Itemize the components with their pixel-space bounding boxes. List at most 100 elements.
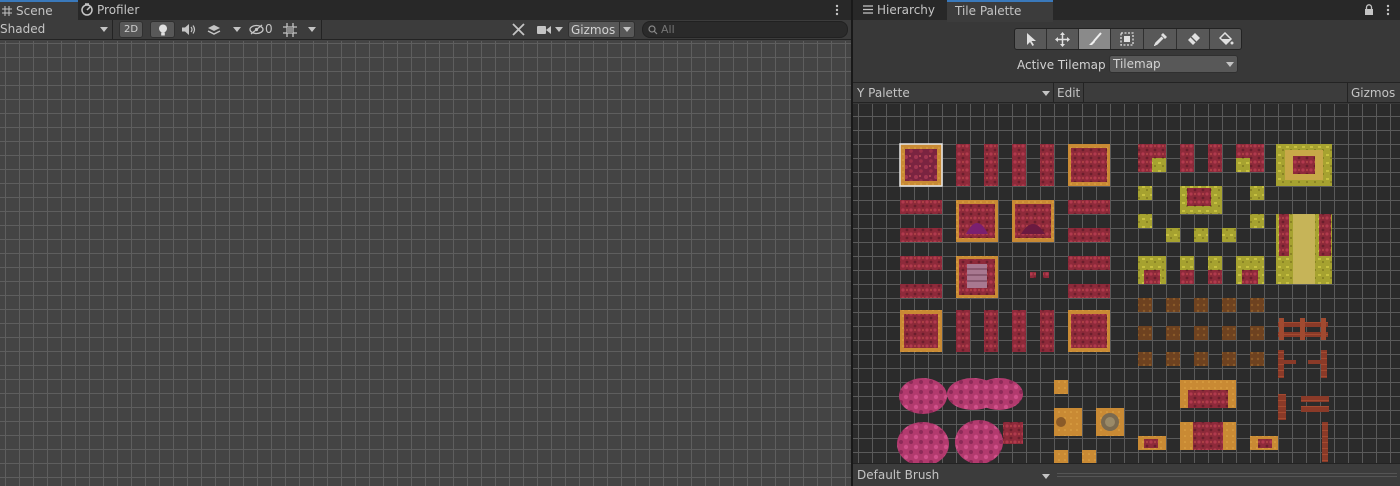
edit-palette-button[interactable]: Edit: [1054, 83, 1084, 102]
tile-large[interactable]: [1068, 144, 1110, 186]
tile[interactable]: [1012, 144, 1026, 186]
tile[interactable]: [1222, 298, 1236, 312]
audio-toggle[interactable]: [178, 21, 202, 38]
tile-large[interactable]: [900, 144, 942, 186]
tile[interactable]: [1194, 326, 1208, 340]
tile[interactable]: [1166, 326, 1180, 340]
tile[interactable]: [1068, 228, 1110, 242]
tile[interactable]: [1082, 450, 1096, 463]
wrench-icon: [512, 23, 525, 36]
tile[interactable]: [1054, 380, 1068, 394]
shading-mode-dropdown[interactable]: Shaded: [0, 20, 113, 39]
tile-tree[interactable]: [899, 378, 947, 414]
more-options-icon[interactable]: [832, 3, 842, 17]
eyedropper-icon: [1154, 32, 1168, 46]
tile[interactable]: [900, 228, 942, 242]
scene-search-field[interactable]: [642, 21, 848, 38]
tile[interactable]: [984, 144, 998, 186]
erase-tool-button[interactable]: [1177, 29, 1210, 49]
fill-tool-button[interactable]: [1210, 29, 1241, 49]
brush-dropdown[interactable]: Default Brush: [853, 466, 1054, 484]
grid-snapping-dropdown[interactable]: [281, 21, 319, 38]
tile[interactable]: [1278, 394, 1286, 420]
tile-large[interactable]: [1276, 144, 1332, 186]
tile[interactable]: [1222, 228, 1236, 242]
tile[interactable]: [1068, 284, 1110, 298]
tile[interactable]: [1138, 352, 1152, 366]
tile[interactable]: [1138, 214, 1152, 228]
tile[interactable]: [1166, 352, 1180, 366]
palette-dropdown[interactable]: Y Palette: [853, 83, 1054, 102]
palette-toolbar: Y Palette Edit Gizmos: [853, 82, 1400, 103]
select-tool-button[interactable]: [1015, 29, 1047, 49]
tile[interactable]: [900, 284, 942, 298]
tile-large[interactable]: [956, 200, 998, 242]
brush-inspector-splitter[interactable]: [1057, 473, 1397, 477]
tile[interactable]: [956, 310, 970, 352]
tile[interactable]: [900, 200, 942, 214]
tile[interactable]: [1040, 310, 1054, 352]
hidden-count: 0: [265, 22, 273, 36]
tile[interactable]: [1208, 144, 1222, 172]
tile[interactable]: [1250, 214, 1264, 228]
paint-tool-button[interactable]: [1079, 29, 1111, 49]
tile[interactable]: [1166, 228, 1180, 242]
gizmos-dropdown[interactable]: Gizmos: [568, 21, 635, 38]
tab-profiler[interactable]: Profiler: [72, 0, 147, 20]
tile-large[interactable]: [1180, 186, 1222, 214]
pick-tool-button[interactable]: [1144, 29, 1177, 49]
tile[interactable]: [1250, 186, 1264, 200]
tile[interactable]: [1301, 396, 1329, 402]
tile[interactable]: [1180, 144, 1194, 172]
tile[interactable]: [1222, 352, 1236, 366]
tile[interactable]: [1138, 186, 1152, 200]
tile[interactable]: [1250, 326, 1264, 340]
tile[interactable]: [1043, 272, 1049, 278]
scene-toolbar: Shaded 2D 0 Gizmos All: [0, 20, 851, 40]
tile-large[interactable]: [1068, 310, 1110, 352]
tile[interactable]: [1166, 298, 1180, 312]
tile[interactable]: [1194, 352, 1208, 366]
lighting-toggle[interactable]: [150, 21, 175, 38]
tile[interactable]: [1040, 144, 1054, 186]
effects-dropdown[interactable]: [204, 21, 244, 38]
tile[interactable]: [900, 256, 942, 270]
tile[interactable]: [1030, 272, 1036, 278]
camera-dropdown[interactable]: [534, 21, 566, 38]
tile-large[interactable]: [1276, 214, 1332, 284]
tile[interactable]: [1068, 256, 1110, 270]
tile[interactable]: [1138, 298, 1152, 312]
tile[interactable]: [1194, 298, 1208, 312]
search-input[interactable]: [661, 22, 841, 36]
tile[interactable]: [1054, 450, 1068, 463]
tile[interactable]: [984, 310, 998, 352]
move-tool-button[interactable]: [1047, 29, 1079, 49]
tile[interactable]: [1250, 298, 1264, 312]
tile-large[interactable]: [956, 256, 998, 298]
tile[interactable]: [1068, 200, 1110, 214]
tile[interactable]: [1138, 326, 1152, 340]
tile[interactable]: [956, 144, 970, 186]
box-fill-tool-button[interactable]: [1111, 29, 1144, 49]
tile[interactable]: [1322, 422, 1328, 462]
lock-icon[interactable]: [1364, 4, 1374, 16]
2d-mode-toggle[interactable]: 2D: [119, 21, 143, 38]
tools-toggle[interactable]: [508, 21, 530, 38]
tile[interactable]: [1194, 228, 1208, 242]
palette-gizmos-button[interactable]: Gizmos: [1347, 83, 1400, 102]
tile-tree[interactable]: [947, 378, 1023, 410]
tile[interactable]: [1250, 352, 1264, 366]
tile-large[interactable]: [900, 310, 942, 352]
tile-large[interactable]: [1012, 200, 1054, 242]
tile-tree[interactable]: [897, 420, 1023, 463]
scene-viewport[interactable]: [0, 41, 851, 486]
tab-tile-palette[interactable]: Tile Palette: [947, 0, 1053, 22]
hidden-objects-toggle[interactable]: 0: [247, 21, 277, 38]
tile[interactable]: [1012, 310, 1026, 352]
active-tilemap-dropdown[interactable]: Tilemap: [1109, 55, 1238, 73]
more-options-icon[interactable]: [1383, 3, 1393, 17]
tab-hierarchy[interactable]: Hierarchy: [855, 0, 943, 20]
palette-grid[interactable]: [853, 104, 1400, 463]
tab-scene[interactable]: Scene: [0, 0, 78, 22]
tile[interactable]: [1222, 326, 1236, 340]
